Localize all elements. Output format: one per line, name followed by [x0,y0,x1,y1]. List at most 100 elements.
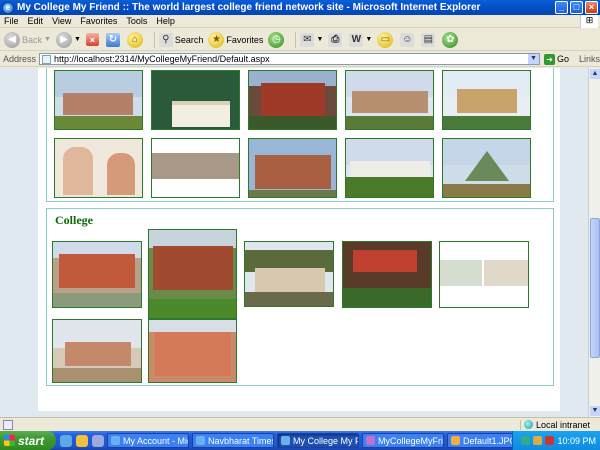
taskbar-item-active[interactable]: My College My Fri... [277,433,359,448]
gallery-photo[interactable] [248,138,337,198]
scroll-up-icon[interactable]: ▲ [590,69,600,79]
history-button[interactable]: ◷ [268,31,286,48]
college-photo[interactable] [148,229,237,319]
gallery-photo[interactable] [248,70,337,130]
security-zone: Local intranet [519,419,590,430]
maximize-button[interactable]: □ [570,1,583,14]
print-button[interactable]: ⎙ [328,32,344,47]
gallery-photo[interactable] [345,138,434,198]
back-dropdown-icon[interactable]: ▼ [44,36,51,43]
vertical-scrollbar[interactable]: ▲ ▼ [588,68,600,417]
security-tray-icon[interactable] [545,436,555,445]
windows-flag-icon [4,435,15,446]
favorites-star-icon: ★ [208,31,225,48]
gallery-photo[interactable] [54,138,143,198]
scroll-down-icon[interactable]: ▼ [590,406,600,416]
gallery-photo[interactable] [151,70,240,130]
college-section: College [46,208,554,386]
edit-icon: W [349,32,364,47]
college-photo[interactable] [439,241,529,308]
menu-favorites[interactable]: Favorites [80,16,117,26]
minimize-button[interactable]: _ [555,1,568,14]
quicklaunch-ie-icon[interactable] [60,434,72,447]
address-dropdown-icon[interactable]: ▼ [527,54,539,64]
taskbar: start My Account - Mic... Navbharat Time… [0,431,600,450]
college-photo[interactable] [52,319,142,383]
gallery-photo[interactable] [151,138,240,198]
volume-tray-icon[interactable] [533,436,543,445]
address-label: Address [3,54,37,64]
gallery-photo[interactable] [345,70,434,130]
refresh-button[interactable]: ↻ [105,32,122,47]
go-arrow-icon: ➜ [543,53,555,65]
address-bar: Address http://localhost:2314/MyCollegeM… [0,52,600,67]
paint-icon [451,436,460,445]
menu-bar: File Edit View Favorites Tools Help ⊞ [0,15,600,28]
quicklaunch-desktop-icon[interactable] [76,434,88,447]
intranet-globe-icon [523,420,533,429]
back-arrow-icon: ◀ [4,31,20,48]
msn-button[interactable]: ✿ [442,31,460,48]
zone-label: Local intranet [535,419,590,430]
toolbar-separator [153,31,155,48]
address-input[interactable]: http://localhost:2314/MyCollegeMyFriend/… [39,53,540,65]
menu-edit[interactable]: Edit [28,16,44,26]
menu-file[interactable]: File [4,16,19,26]
start-button[interactable]: start [0,431,56,450]
address-url: http://localhost:2314/MyCollegeMyFriend/… [54,54,270,64]
search-label: Search [174,34,204,45]
history-icon: ◷ [268,31,285,48]
windows-flag-icon: ⊞ [580,15,598,28]
go-button[interactable]: ➜ Go [543,53,569,65]
msn-butterfly-icon: ✿ [442,31,459,48]
start-label: start [18,433,45,448]
gallery-photo[interactable] [442,138,531,198]
back-button[interactable]: ◀ Back ▼ [4,31,51,48]
standard-toolbar: ◀ Back ▼ ▶ ▼ × ↻ ⌂ ⚲ Search ★ Favorites … [0,29,600,51]
edit-button[interactable]: W ▼ [349,32,372,47]
scrollbar-thumb[interactable] [590,218,600,358]
home-button[interactable]: ⌂ [126,31,145,48]
gallery-photo[interactable] [442,70,531,130]
mail-icon: ✉ [300,32,315,47]
system-tray: 10:09 PM [512,431,600,450]
tray-clock: 10:09 PM [557,435,596,446]
quicklaunch-media-icon[interactable] [92,434,104,447]
college-section-title: College [55,213,93,227]
mail-button[interactable]: ✉ ▼ [300,32,323,47]
forward-dropdown-icon[interactable]: ▼ [74,36,81,43]
print-icon: ⎙ [328,32,343,47]
college-photo[interactable] [342,241,432,308]
discuss-button[interactable]: ▭ [377,31,395,48]
taskbar-item[interactable]: My Account - Mic... [107,433,189,448]
favorites-button[interactable]: ★ Favorites [208,31,263,48]
messenger-icon: ☺ [400,32,415,47]
research-button[interactable]: ▤ [421,32,437,47]
discuss-icon: ▭ [377,31,394,48]
stop-icon: × [85,33,99,46]
college-photo[interactable] [244,241,334,307]
window-title-bar[interactable]: e My College My Friend :: The world larg… [0,0,600,15]
menu-view[interactable]: View [52,16,71,26]
stop-button[interactable]: × [85,33,101,46]
network-tray-icon[interactable] [521,436,531,445]
links-toolbar[interactable]: Links [579,54,600,64]
search-button[interactable]: ⚲ Search [158,32,204,47]
toolbar-separator [295,31,297,48]
page-status-icon [3,419,13,430]
menu-help[interactable]: Help [156,16,175,26]
search-icon: ⚲ [158,32,173,47]
taskbar-item[interactable]: MyCollegeMyFrie... [362,433,444,448]
ie-icon [196,436,205,445]
forward-button[interactable]: ▶ ▼ [55,31,81,48]
messenger-button[interactable]: ☺ [400,32,416,47]
photo-section-top [46,68,554,202]
menu-tools[interactable]: Tools [126,16,147,26]
college-photo[interactable] [148,319,237,383]
ie-logo-icon: e [2,1,14,14]
gallery-photo[interactable] [54,70,143,130]
research-icon: ▤ [421,32,436,47]
close-button[interactable]: × [585,1,598,14]
taskbar-item[interactable]: Navbharat Times ... [192,433,274,448]
college-photo[interactable] [52,241,142,308]
